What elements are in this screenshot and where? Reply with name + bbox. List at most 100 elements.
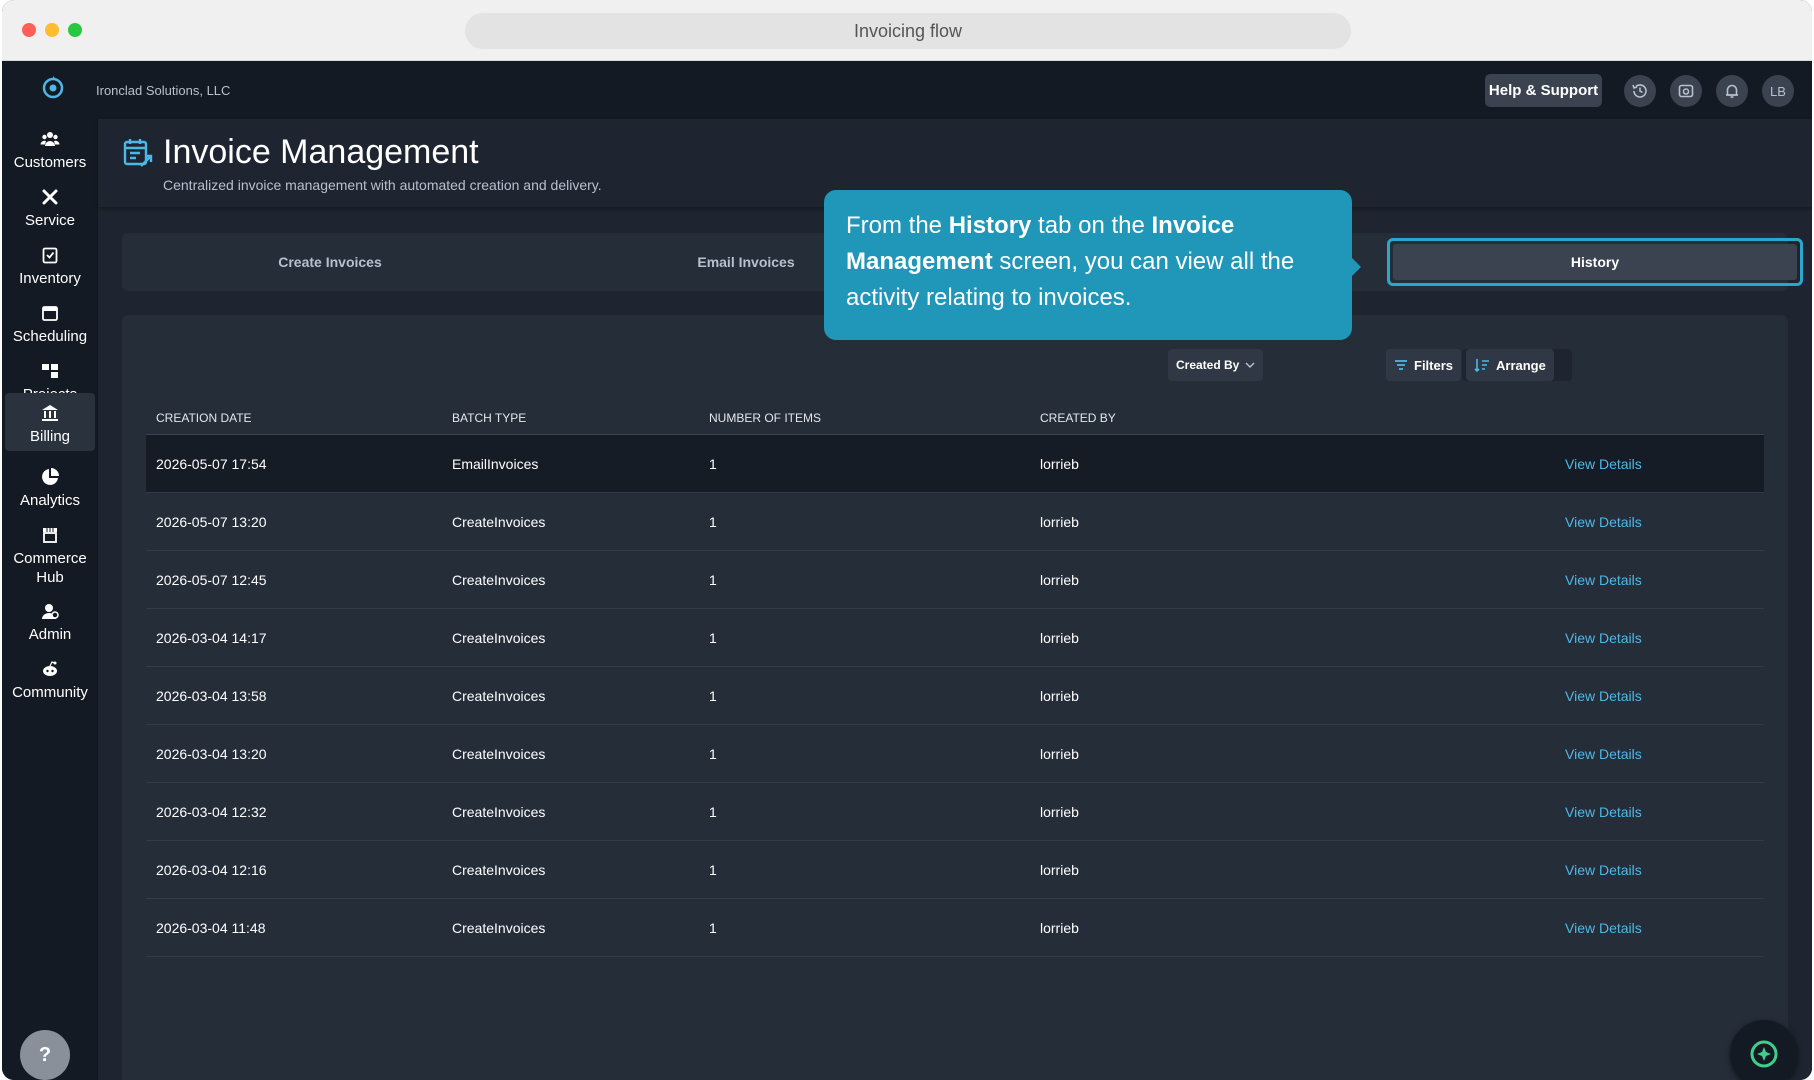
sidebar-item-inventory[interactable]: Inventory [5,245,95,288]
bank-icon [42,405,58,421]
arrange-button[interactable]: Arrange [1466,349,1554,381]
cell-batch-type: CreateInvoices [452,572,546,588]
media-button[interactable] [1670,75,1702,107]
sidebar-item-label: Community [12,684,88,701]
cell-created-by: lorrieb [1040,572,1079,588]
column-header-creation-date[interactable]: CREATION DATE [156,411,252,425]
cell-batch-type: CreateInvoices [452,746,546,762]
filters-button[interactable]: Filters [1386,349,1462,381]
table-row[interactable]: 2026-03-04 14:17 CreateInvoices 1 lorrie… [146,609,1764,667]
table-row[interactable]: 2026-05-07 13:20 CreateInvoices 1 lorrie… [146,493,1764,551]
cell-creation-date: 2026-03-04 13:58 [156,688,267,704]
sidebar-item-service[interactable]: Service [5,187,95,230]
invoice-icon [123,139,153,167]
cell-batch-type: CreateInvoices [452,514,546,530]
cell-creation-date: 2026-03-04 12:32 [156,804,267,820]
cell-creation-date: 2026-03-04 12:16 [156,862,267,878]
callout-text-1: From the [846,212,949,239]
cell-created-by: lorrieb [1040,688,1079,704]
sidebar-item-label: Scheduling [12,328,88,345]
cell-created-by: lorrieb [1040,746,1079,762]
calendar-icon [42,306,58,321]
cell-batch-type: CreateInvoices [452,862,546,878]
customers-icon [40,132,60,146]
view-details-link[interactable]: View Details [1565,514,1642,530]
history-button[interactable] [1624,75,1656,107]
store-icon [43,528,57,543]
app-window: Invoicing flow Ironclad Solutions, LLC H… [2,0,1812,1080]
view-details-link[interactable]: View Details [1565,572,1642,588]
table-row[interactable]: 2026-03-04 12:16 CreateInvoices 1 lorrie… [146,841,1764,899]
sidebar-item-scheduling[interactable]: Scheduling [5,303,95,346]
help-support-button[interactable]: Help & Support [1485,74,1602,107]
view-details-link[interactable]: View Details [1565,862,1642,878]
help-circle-button[interactable]: ? [20,1030,70,1080]
tutorial-callout: From the History tab on the Invoice Mana… [824,190,1352,340]
projects-icon [42,364,58,378]
column-header-created-by[interactable]: CREATED BY [1040,411,1116,425]
window-title: Invoicing flow [465,13,1351,49]
minimize-window-button[interactable] [45,23,59,37]
tab-create-invoices[interactable]: Create Invoices [122,233,538,291]
community-icon [43,661,57,676]
sidebar-item-analytics[interactable]: Analytics [5,467,95,510]
assistant-button[interactable] [1730,1020,1798,1080]
column-header-batch-type[interactable]: BATCH TYPE [452,411,526,425]
cell-number-of-items: 1 [709,920,717,936]
table-row[interactable]: 2026-03-04 13:58 CreateInvoices 1 lorrie… [146,667,1764,725]
filter-icon [1395,360,1407,370]
table-body: 2026-05-07 17:54 EmailInvoices 1 lorrieb… [146,435,1764,957]
sidebar-item-label: Billing [29,428,71,445]
cell-batch-type: CreateInvoices [452,804,546,820]
cell-created-by: lorrieb [1040,862,1079,878]
user-avatar[interactable]: LB [1762,75,1794,107]
top-bar: Ironclad Solutions, LLC Help & Support L… [2,61,1812,119]
sidebar-item-commerce-hub[interactable]: Commerce Hub [5,525,95,587]
company-name: Ironclad Solutions, LLC [96,83,231,98]
view-details-link[interactable]: View Details [1565,804,1642,820]
cell-creation-date: 2026-05-07 17:54 [156,456,267,472]
camera-icon [1678,84,1694,98]
table-header: CREATION DATE BATCH TYPE NUMBER OF ITEMS… [146,397,1764,435]
table-row[interactable]: 2026-05-07 17:54 EmailInvoices 1 lorrieb… [146,435,1764,493]
view-details-link[interactable]: View Details [1565,920,1642,936]
cell-number-of-items: 1 [709,630,717,646]
cell-created-by: lorrieb [1040,514,1079,530]
cell-number-of-items: 1 [709,804,717,820]
admin-icon [42,604,59,619]
table-row[interactable]: 2026-03-04 11:48 CreateInvoices 1 lorrie… [146,899,1764,957]
cell-creation-date: 2026-03-04 11:48 [156,920,266,936]
view-details-link[interactable]: View Details [1565,688,1642,704]
sidebar-item-admin[interactable]: Admin [5,601,95,644]
cell-created-by: lorrieb [1040,920,1079,936]
clock-history-icon [1632,84,1647,98]
created-by-dropdown[interactable]: Created By [1168,349,1264,381]
sidebar-item-community[interactable]: Community [5,659,95,702]
cell-created-by: lorrieb [1040,630,1079,646]
sidebar-item-billing[interactable]: Billing [5,393,95,451]
cell-creation-date: 2026-03-04 14:17 [156,630,267,646]
table-row[interactable]: 2026-03-04 13:20 CreateInvoices 1 lorrie… [146,725,1764,783]
view-details-link[interactable]: View Details [1565,630,1642,646]
notifications-button[interactable] [1716,75,1748,107]
cell-number-of-items: 1 [709,862,717,878]
app-logo-icon[interactable] [40,74,66,100]
cell-number-of-items: 1 [709,514,717,530]
close-window-button[interactable] [22,23,36,37]
view-details-link[interactable]: View Details [1565,746,1642,762]
page-title: Invoice Management [163,133,479,171]
sidebar-item-customers[interactable]: Customers [5,129,95,172]
table-row[interactable]: 2026-05-07 12:45 CreateInvoices 1 lorrie… [146,551,1764,609]
cell-created-by: lorrieb [1040,456,1079,472]
tab-history[interactable]: History [1387,238,1803,286]
column-header-number-of-items[interactable]: NUMBER OF ITEMS [709,411,821,425]
sidebar: Customers Service Inventory Scheduling B… [2,119,98,1080]
table-row[interactable]: 2026-03-04 12:32 CreateInvoices 1 lorrie… [146,783,1764,841]
maximize-window-button[interactable] [68,23,82,37]
callout-text-2: tab on the [1031,212,1152,239]
chevron-down-icon [1245,362,1255,369]
inventory-icon [42,247,58,264]
view-details-link[interactable]: View Details [1565,456,1642,472]
history-card: Created By Filters Arrange CREATION DATE… [122,315,1788,1080]
callout-bold-history: History [948,212,1032,239]
